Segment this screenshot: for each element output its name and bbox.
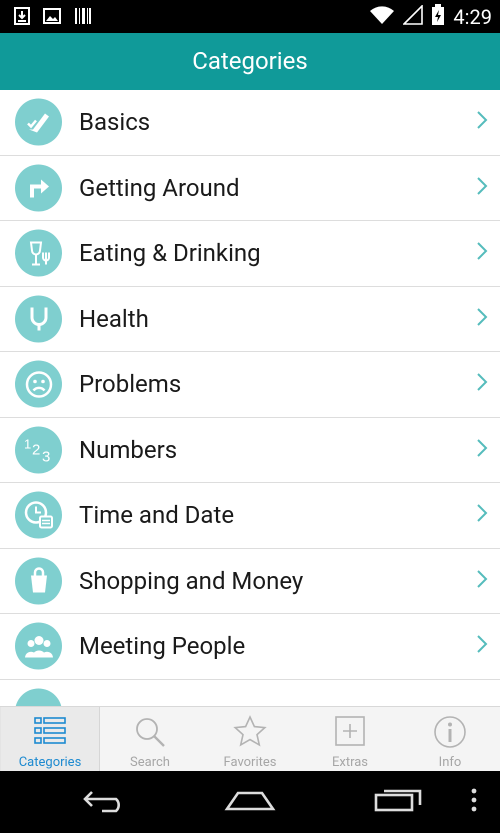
chevron-right-icon	[476, 503, 488, 527]
image-icon	[43, 7, 61, 29]
download-icon	[14, 7, 30, 29]
category-item-shopping-money[interactable]: Shopping and Money	[0, 549, 500, 614]
chevron-right-icon	[476, 569, 488, 593]
stethoscope-icon	[15, 295, 62, 343]
star-icon	[233, 715, 267, 751]
tab-label: Favorites	[223, 755, 277, 770]
clock: 4:29	[453, 5, 492, 29]
people-icon	[15, 622, 62, 670]
category-item-getting-around[interactable]: Getting Around	[0, 156, 500, 221]
category-label: Meeting People	[79, 632, 246, 661]
chevron-right-icon	[476, 110, 488, 134]
overflow-menu-icon[interactable]	[470, 787, 478, 817]
sad-face-icon	[15, 360, 62, 408]
system-nav-bar	[0, 771, 500, 833]
category-item-meeting-people[interactable]: Meeting People	[0, 614, 500, 680]
category-label: Time and Date	[79, 501, 235, 530]
glass-fork-icon	[15, 229, 62, 277]
clock-calendar-icon	[15, 491, 62, 539]
category-label: Numbers	[79, 435, 178, 464]
tab-extras[interactable]: Extras	[300, 707, 400, 772]
category-item-eating-drinking[interactable]: Eating & Drinking	[0, 221, 500, 287]
pencil-check-icon	[15, 98, 62, 146]
category-item-time-date[interactable]: Time and Date	[0, 483, 500, 549]
chevron-right-icon	[476, 307, 488, 331]
svg-text:2: 2	[32, 442, 40, 459]
list-icon	[33, 715, 67, 751]
category-label: Health	[79, 304, 149, 333]
recent-apps-icon[interactable]	[372, 787, 424, 817]
signal-icon	[402, 4, 424, 29]
bottom-tab-bar: Categories Search Favorites Extras Info	[0, 706, 500, 772]
tab-label: Info	[438, 755, 462, 770]
app-header: Categories	[0, 33, 500, 90]
category-icon	[15, 688, 62, 706]
tab-label: Search	[130, 755, 170, 770]
tab-search[interactable]: Search	[100, 707, 200, 772]
category-item-health[interactable]: Health	[0, 287, 500, 352]
battery-charging-icon	[431, 4, 445, 30]
tab-label: Extras	[331, 755, 369, 770]
turn-arrow-icon	[15, 164, 62, 212]
category-item-partial[interactable]	[0, 680, 500, 706]
chevron-right-icon	[476, 176, 488, 200]
svg-text:3: 3	[42, 449, 50, 465]
shopping-bag-icon	[15, 557, 62, 605]
tab-favorites[interactable]: Favorites	[200, 707, 300, 772]
category-item-problems[interactable]: Problems	[0, 352, 500, 418]
info-icon	[433, 715, 467, 753]
chevron-right-icon	[476, 634, 488, 658]
tab-info[interactable]: Info	[400, 707, 500, 772]
tab-label: Categories	[18, 755, 82, 770]
category-item-numbers[interactable]: 123 Numbers	[0, 418, 500, 483]
back-icon[interactable]	[80, 787, 128, 817]
numbers-123-icon: 123	[15, 426, 62, 474]
svg-text:1: 1	[24, 437, 31, 452]
home-icon[interactable]	[224, 787, 276, 817]
chevron-right-icon	[476, 438, 488, 462]
category-label: Basics	[79, 108, 151, 137]
category-label: Eating & Drinking	[79, 239, 261, 268]
chevron-right-icon	[476, 372, 488, 396]
search-icon	[133, 715, 167, 753]
category-label: Problems	[79, 370, 182, 399]
status-bar: 4:29	[0, 0, 500, 33]
plus-box-icon	[333, 715, 367, 751]
category-label: Getting Around	[79, 173, 240, 202]
barcode-icon	[74, 7, 92, 29]
category-item-basics[interactable]: Basics	[0, 90, 500, 156]
category-list[interactable]: Basics Getting Around Eating & Drinking …	[0, 90, 500, 706]
chevron-right-icon	[476, 241, 488, 265]
tab-categories[interactable]: Categories	[0, 707, 100, 772]
wifi-icon	[369, 5, 395, 29]
category-label: Shopping and Money	[79, 566, 304, 595]
page-title: Categories	[192, 47, 308, 75]
